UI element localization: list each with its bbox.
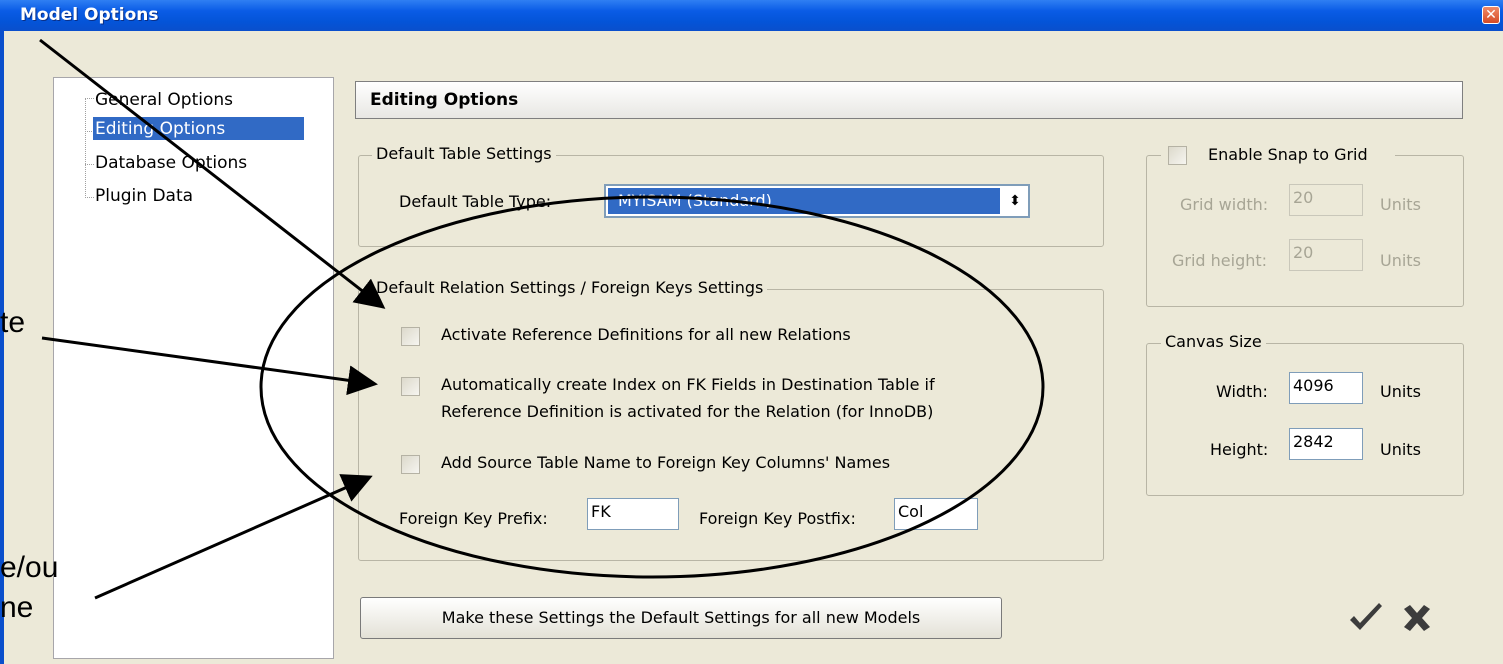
section-title: Editing Options — [370, 90, 519, 110]
model-options-dialog: Model Options ✕ General Options Editing … — [0, 0, 1503, 664]
canvas-width-units: Units — [1380, 382, 1421, 401]
table-settings-legend: Default Table Settings — [372, 144, 556, 163]
tree-connector — [85, 98, 94, 99]
tree-connector — [85, 164, 94, 165]
annotation-text-3: ne — [0, 591, 34, 624]
tree-item-editing-options[interactable]: Editing Options — [95, 118, 225, 140]
fk-prefix-label: Foreign Key Prefix: — [399, 509, 548, 528]
annotation-text-2: e/ou — [0, 551, 59, 584]
tree-connector-vertical — [85, 98, 86, 198]
grid-width-input[interactable]: 20 — [1289, 184, 1363, 216]
grid-group — [1146, 155, 1464, 307]
tree-connector — [85, 197, 94, 198]
canvas-size-group — [1146, 343, 1464, 496]
make-default-settings-button[interactable]: Make these Settings the Default Settings… — [360, 597, 1002, 639]
cross-icon[interactable] — [1396, 598, 1436, 638]
title-bar: Model Options ✕ — [0, 0, 1503, 31]
table-type-label: Default Table Type: — [399, 192, 552, 211]
canvas-width-label: Width: — [1216, 382, 1268, 401]
grid-height-label: Grid height: — [1172, 251, 1268, 270]
canvas-height-units: Units — [1380, 440, 1421, 459]
window-title: Model Options — [20, 5, 159, 25]
fk-prefix-input[interactable]: FK — [587, 498, 679, 530]
table-type-selected-value: MYISAM (Standard) — [608, 188, 1000, 214]
grid-width-units: Units — [1380, 195, 1421, 214]
add-source-table-label: Add Source Table Name to Foreign Key Col… — [441, 453, 891, 472]
snap-to-grid-checkbox[interactable] — [1168, 146, 1187, 165]
grid-height-units: Units — [1380, 251, 1421, 270]
canvas-width-input[interactable]: 4096 — [1289, 372, 1363, 404]
fk-postfix-input[interactable]: Col — [894, 498, 978, 530]
close-icon[interactable]: ✕ — [1482, 6, 1500, 24]
tree-item-plugin-data[interactable]: Plugin Data — [95, 185, 193, 207]
chevron-updown-icon[interactable]: ⬍ — [1004, 189, 1026, 213]
grid-height-input[interactable]: 20 — [1289, 239, 1363, 271]
add-source-table-checkbox[interactable] — [401, 455, 420, 474]
auto-index-checkbox[interactable] — [401, 377, 420, 396]
grid-width-label: Grid width: — [1180, 195, 1269, 214]
auto-index-label-line2: Reference Definition is activated for th… — [441, 402, 934, 421]
canvas-height-label: Height: — [1210, 440, 1269, 459]
table-type-select[interactable]: MYISAM (Standard) ⬍ — [604, 184, 1030, 218]
relation-settings-legend: Default Relation Settings / Foreign Keys… — [372, 278, 768, 297]
section-header: Editing Options — [355, 81, 1463, 119]
auto-index-label-line1: Automatically create Index on FK Fields … — [441, 375, 935, 394]
fk-postfix-label: Foreign Key Postfix: — [699, 509, 856, 528]
annotation-text-1: te — [0, 306, 26, 339]
canvas-size-legend: Canvas Size — [1161, 332, 1266, 351]
activate-reference-checkbox[interactable] — [401, 327, 420, 346]
checkmark-icon[interactable] — [1346, 598, 1386, 638]
snap-to-grid-label: Enable Snap to Grid — [1208, 145, 1368, 164]
activate-reference-label: Activate Reference Definitions for all n… — [441, 325, 851, 344]
tree-item-database-options[interactable]: Database Options — [95, 152, 247, 174]
tree-item-general-options[interactable]: General Options — [95, 89, 233, 111]
canvas-height-input[interactable]: 2842 — [1289, 428, 1363, 460]
